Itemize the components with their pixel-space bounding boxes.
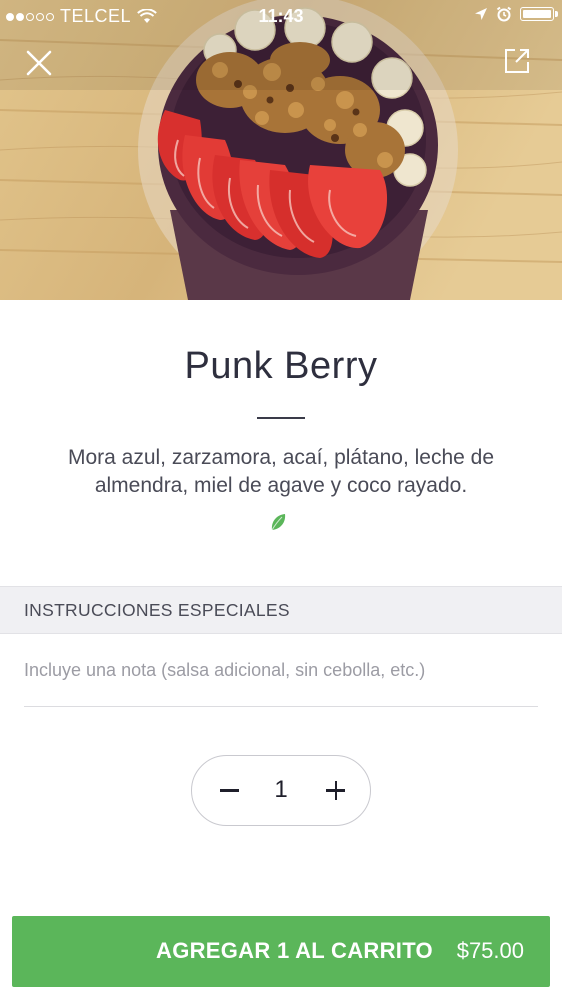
section-header-label: INSTRUCCIONES ESPECIALES	[24, 600, 290, 620]
product-detail-screen: TELCEL 11:43 Punk Berry Mora azul, zarza…	[0, 0, 562, 1000]
cart-price: $75.00	[456, 938, 524, 963]
quantity-stepper: 1	[191, 755, 371, 826]
product-title: Punk Berry	[184, 345, 378, 387]
product-description: Mora azul, zarzamora, acaí, plátano, lec…	[67, 446, 495, 497]
leaf-icon	[271, 514, 286, 531]
close-button[interactable]	[22, 46, 56, 80]
add-to-cart-label: AGREGAR 1 AL CARRITO	[156, 938, 433, 963]
share-icon	[505, 49, 529, 73]
status-bar: TELCEL 11:43	[0, 0, 562, 34]
minus-icon[interactable]	[198, 756, 258, 824]
special-instructions-header: INSTRUCCIONES ESPECIALES	[0, 586, 562, 634]
share-button[interactable]	[502, 46, 532, 76]
plus-icon[interactable]	[304, 756, 364, 824]
location-arrow-icon	[475, 8, 487, 20]
quantity-value: 1	[274, 776, 288, 803]
title-divider	[257, 417, 305, 419]
add-to-cart-button[interactable]: AGREGAR 1 AL CARRITO $75.00	[12, 916, 550, 987]
status-right	[474, 6, 558, 22]
input-underline	[24, 706, 538, 707]
battery-icon	[520, 7, 558, 21]
alarm-clock-icon	[496, 6, 512, 22]
product-photo: TELCEL 11:43	[0, 0, 562, 300]
special-instructions-input[interactable]	[24, 650, 538, 690]
close-icon	[26, 50, 52, 76]
